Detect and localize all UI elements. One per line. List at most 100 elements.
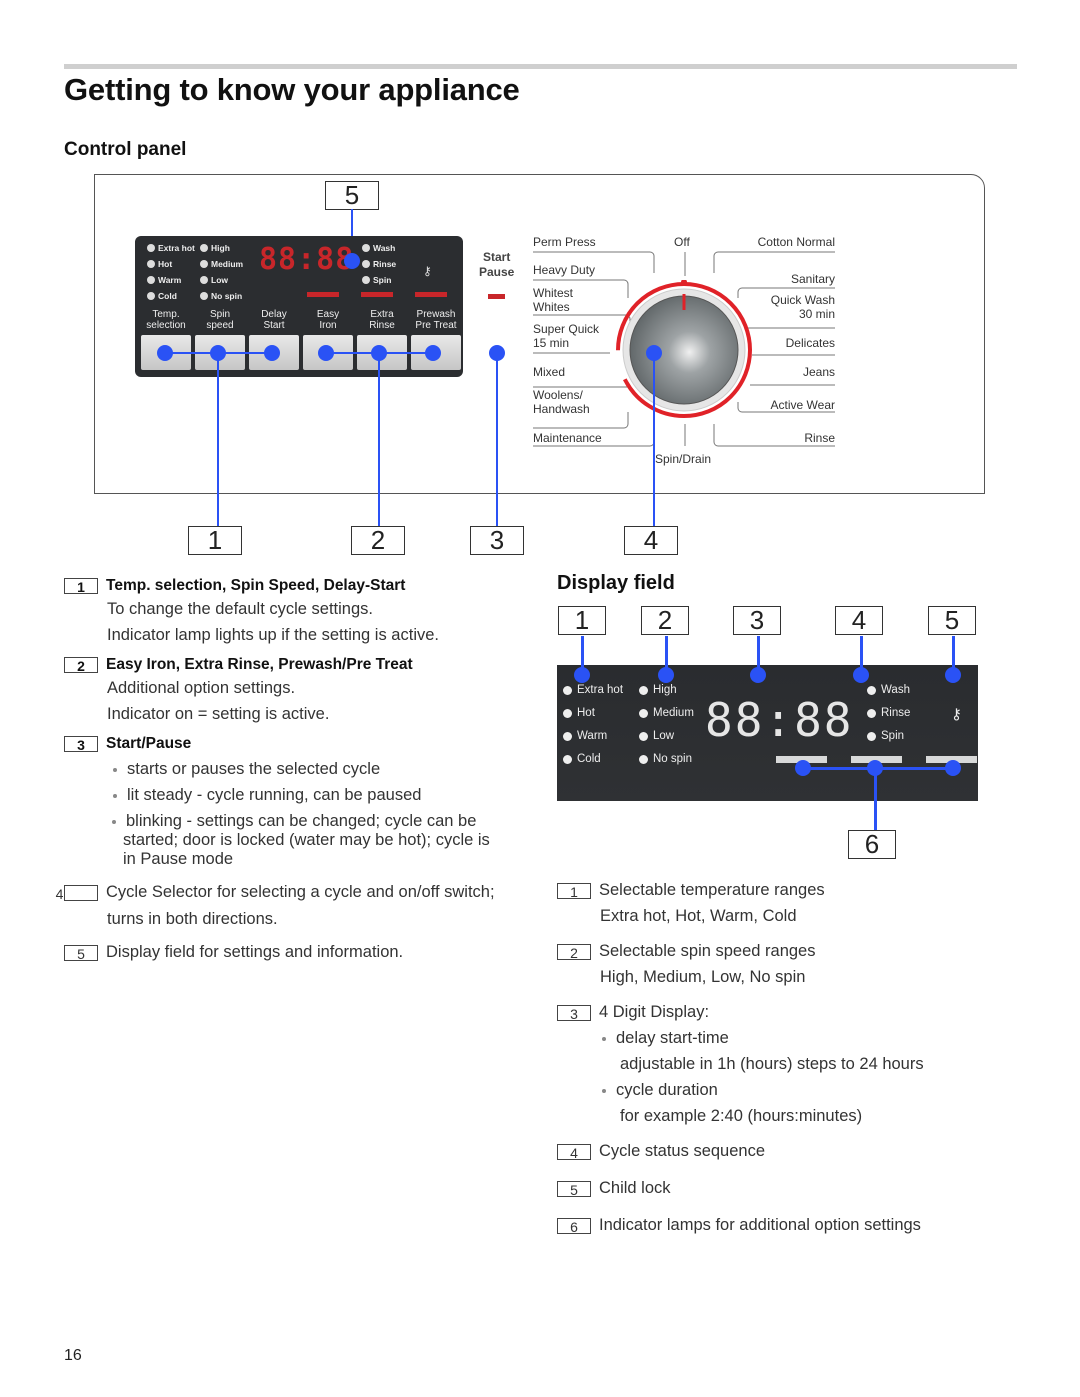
legend-text: 4 Digit Display: <box>599 1003 710 1021</box>
lamp-extra-hot: Extra hot <box>563 684 623 696</box>
display-callout-6: 6 <box>848 830 896 859</box>
legend-text: Cycle status sequence <box>599 1142 766 1160</box>
legend-number: 2 <box>64 656 98 674</box>
legend-item-1: 1 Temp. selection, Spin Speed, Delay-Star… <box>64 577 504 645</box>
callout-5: 5 <box>325 181 379 210</box>
label-delay-start: Delay Start <box>261 309 287 331</box>
lamp-spin: Spin <box>362 275 396 285</box>
lamp-no-spin: No spin <box>200 291 243 301</box>
display-field-panel: Extra hot Hot Warm Cold High Medium Low … <box>557 665 978 801</box>
legend-text: High, Medium, Low, No spin <box>600 968 806 986</box>
lamp-spin: Spin <box>867 730 910 742</box>
child-lock-key-icon: ⚷ <box>951 706 962 723</box>
legend-text: Selectable temperature ranges <box>599 881 825 899</box>
lamp-rinse: Rinse <box>362 259 396 269</box>
lamp-wash: Wash <box>867 684 910 696</box>
lamp-rinse: Rinse <box>867 707 910 719</box>
callout-3: 3 <box>470 526 524 555</box>
key-icon: ⚷ <box>423 264 432 278</box>
legend-number: 3 <box>64 735 98 753</box>
legend-title: Start/Pause <box>106 735 192 752</box>
legend-text: Cycle Selector for selecting a cycle and… <box>106 883 495 901</box>
legend-text: Indicator lamps for additional option se… <box>599 1216 921 1234</box>
legend-number: 3 <box>557 1004 591 1022</box>
legend-item-3: 3 Start/Pause starts or pauses the select… <box>64 735 504 869</box>
lamp-high: High <box>200 243 243 253</box>
legend-bullet: blinking - settings can be changed; cycl… <box>123 812 504 869</box>
lamp-low: Low <box>200 275 243 285</box>
lamp-cold: Cold <box>563 753 623 765</box>
marker-dot <box>750 667 766 683</box>
label-extra-rinse: Extra Rinse <box>369 309 395 331</box>
legend-item-6: 6 Indicator lamps for additional option s… <box>557 1216 997 1235</box>
legend-number: 6 <box>557 1217 591 1235</box>
lamp-extra-hot: Extra hot <box>147 243 195 253</box>
legend-item-5: 5 Display field for settings and informat… <box>64 943 504 962</box>
label-spin-speed: Spin speed <box>206 309 234 331</box>
marker-dot <box>853 667 869 683</box>
lamp-hot: Hot <box>563 707 623 719</box>
display-callout-2: 2 <box>641 606 689 635</box>
legend-text: turns in both directions. <box>107 910 278 928</box>
marker-dot <box>795 760 811 776</box>
option-indicator <box>361 292 393 297</box>
header-rule <box>64 64 1017 69</box>
legend-number: 2 <box>557 943 591 961</box>
legend-text: Display field for settings and informati… <box>106 943 404 961</box>
start-pause-label: Start Pause <box>479 250 515 279</box>
leader-line <box>378 353 380 529</box>
lamp-wash: Wash <box>362 243 396 253</box>
display-callout-5: 5 <box>928 606 976 635</box>
lamp-high: High <box>639 684 694 696</box>
legend-title: Easy Iron, Extra Rinse, Prewash/Pre Trea… <box>106 656 413 673</box>
legend-item-3: 3 4 Digit Display: delay start-time adjus… <box>557 1003 997 1126</box>
marker-dot <box>344 253 360 269</box>
legend-text: Selectable spin speed ranges <box>599 942 816 960</box>
lamp-no-spin: No spin <box>639 753 694 765</box>
control-panel-legend: 1 Temp. selection, Spin Speed, Delay-Star… <box>56 577 504 962</box>
legend-title: Temp. selection, Spin Speed, Delay-Start <box>106 577 406 594</box>
cycle-selector-dial[interactable] <box>614 280 754 420</box>
lamp-cold: Cold <box>147 291 195 301</box>
display-field-legend: 1 Selectable temperature ranges Extra hot… <box>557 881 997 1235</box>
label-prewash: Prewash Pre Treat <box>415 309 457 331</box>
legend-item-1: 1 Selectable temperature ranges Extra hot… <box>557 881 997 926</box>
display-callout-4: 4 <box>835 606 883 635</box>
option-indicator <box>307 292 339 297</box>
legend-text: Additional option settings. <box>107 679 296 697</box>
digit-display: 88:88 <box>259 242 355 277</box>
leader-line <box>217 353 219 529</box>
lamp-hot: Hot <box>147 259 195 269</box>
legend-text: Extra hot, Hot, Warm, Cold <box>600 907 797 925</box>
page-number: 16 <box>64 1347 82 1364</box>
marker-dot <box>425 345 441 361</box>
start-pause-button[interactable] <box>488 294 505 299</box>
legend-bullet: lit steady - cycle running, can be pause… <box>113 786 504 805</box>
lamp-low: Low <box>639 730 694 742</box>
legend-number: 5 <box>557 1180 591 1198</box>
legend-bullet: cycle duration <box>602 1081 997 1100</box>
marker-dot <box>318 345 334 361</box>
legend-item-4: 4 Cycle Selector for selecting a cycle an… <box>56 883 504 929</box>
legend-text: Child lock <box>599 1179 671 1197</box>
callout-1: 1 <box>188 526 242 555</box>
display-callout-3: 3 <box>733 606 781 635</box>
legend-number: 1 <box>557 882 591 900</box>
legend-item-2: 2 Selectable spin speed ranges High, Medi… <box>557 942 997 987</box>
legend-number: 4 <box>56 884 98 902</box>
legend-text: To change the default cycle settings. <box>107 600 373 618</box>
leader-line <box>496 353 498 529</box>
leader-line <box>653 353 655 529</box>
marker-dot <box>945 667 961 683</box>
callout-4: 4 <box>624 526 678 555</box>
callout-2: 2 <box>351 526 405 555</box>
marker-dot <box>264 345 280 361</box>
marker-dot <box>157 345 173 361</box>
marker-dot <box>945 760 961 776</box>
leader-line <box>874 768 877 830</box>
legend-number: 5 <box>64 944 98 962</box>
lamp-warm: Warm <box>563 730 623 742</box>
lamp-medium: Medium <box>639 707 694 719</box>
control-panel-display: Extra hot Hot Warm Cold High Medium Low … <box>135 236 463 377</box>
digit-display: 88:88 <box>705 693 854 747</box>
